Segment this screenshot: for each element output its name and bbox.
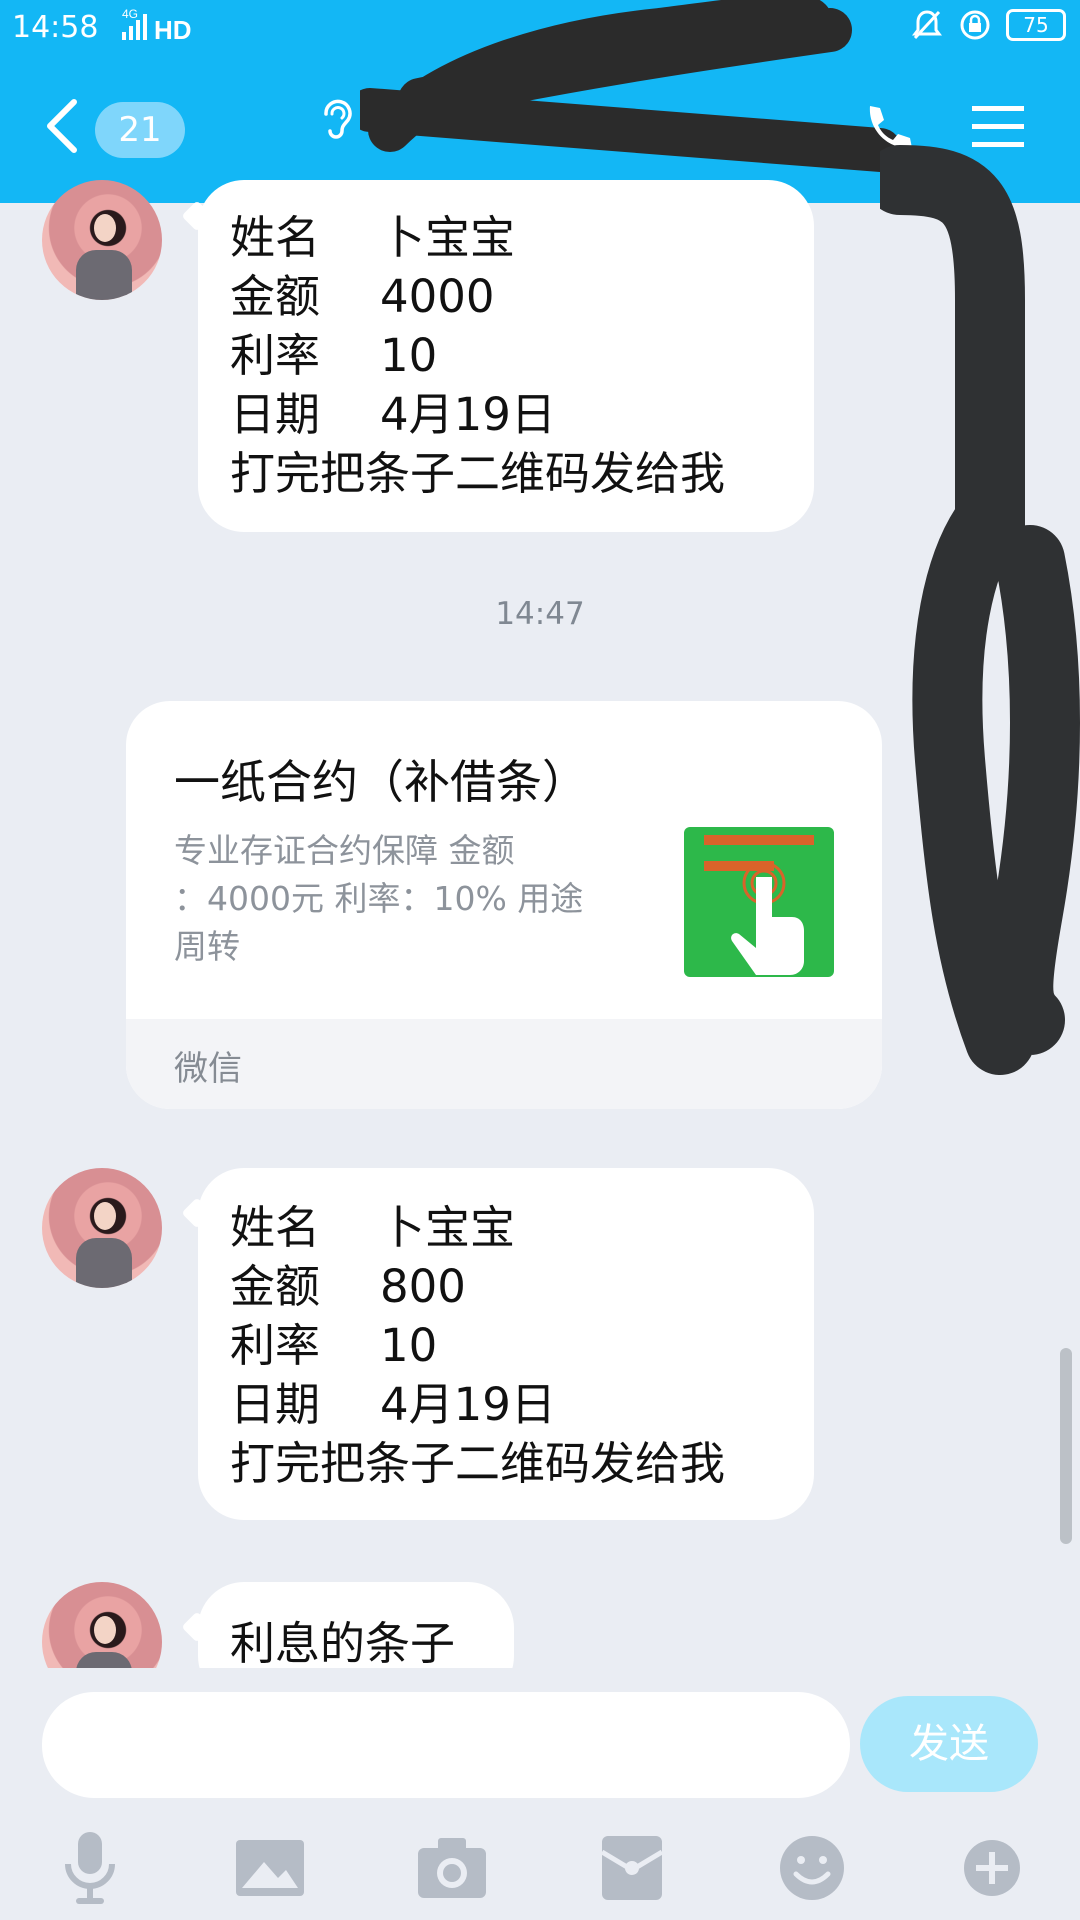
tap-hand-icon (704, 835, 814, 975)
contact-avatar[interactable] (42, 180, 162, 300)
emoji-icon[interactable] (772, 1828, 852, 1908)
signal-icon: 4G HD (120, 4, 200, 48)
battery-indicator: 75 (1006, 9, 1066, 41)
redaction-scribble (360, 0, 902, 172)
camera-icon[interactable] (412, 1828, 492, 1908)
status-right: 75 (910, 8, 1066, 42)
microphone-icon[interactable] (50, 1828, 130, 1908)
contact-avatar[interactable] (42, 1582, 162, 1668)
card-title: 一纸合约（补借条） (174, 755, 588, 809)
message-bubble[interactable]: 利息的条子 (198, 1582, 514, 1668)
composer: 发送 (0, 1668, 1080, 1920)
network-label: 4G (122, 7, 138, 21)
message-line: 利率 10 (230, 329, 438, 382)
unread-badge[interactable]: 21 (95, 102, 185, 158)
message-line: 利率 10 (230, 1319, 438, 1372)
status-time: 14:58 (12, 10, 99, 45)
message-timestamp: 14:47 (495, 596, 585, 632)
plus-icon[interactable] (952, 1828, 1032, 1908)
contact-avatar[interactable] (42, 1168, 162, 1288)
red-packet-icon[interactable] (592, 1828, 672, 1908)
scrollbar[interactable] (1060, 1348, 1072, 1544)
send-button[interactable]: 发送 (860, 1696, 1038, 1792)
message-line: 日期 4月19日 (230, 1378, 556, 1431)
message-line: 日期 4月19日 (230, 388, 556, 441)
ear-mode-icon[interactable] (316, 96, 356, 142)
message-line: 姓名 卜宝宝 (230, 1201, 516, 1254)
message-bubble[interactable]: 姓名 卜宝宝 金额 4000 利率 10 日期 4月19日 打完把条子二维码发给我 (198, 180, 814, 532)
message-clip: 利息的条子 (0, 1560, 1080, 1668)
back-chevron-icon[interactable] (42, 96, 82, 156)
image-icon[interactable] (230, 1828, 310, 1908)
message-input[interactable] (42, 1692, 850, 1798)
card-description: 专业存证合约保障 金额 ：4000元 利率：10% 用途 周转 (174, 831, 584, 966)
message-line: 金额 800 (230, 1260, 466, 1313)
card-footer: 微信 (126, 1019, 882, 1109)
rotation-lock-icon (960, 10, 990, 40)
message-line: 利息的条子 (230, 1617, 456, 1668)
card-thumbnail (684, 827, 834, 977)
message-line: 姓名 卜宝宝 (230, 211, 516, 264)
contract-card[interactable]: 一纸合约（补借条） 专业存证合约保障 金额 ：4000元 利率：10% 用途 周… (126, 701, 882, 1109)
message-bubble[interactable]: 姓名 卜宝宝 金额 800 利率 10 日期 4月19日 打完把条子二维码发给我 (198, 1168, 814, 1520)
message-line: 打完把条子二维码发给我 (230, 1437, 726, 1490)
message-line: 金额 4000 (230, 270, 495, 323)
message-line: 打完把条子二维码发给我 (230, 447, 726, 500)
hd-label: HD (154, 15, 192, 44)
card-source: 微信 (174, 1049, 242, 1089)
